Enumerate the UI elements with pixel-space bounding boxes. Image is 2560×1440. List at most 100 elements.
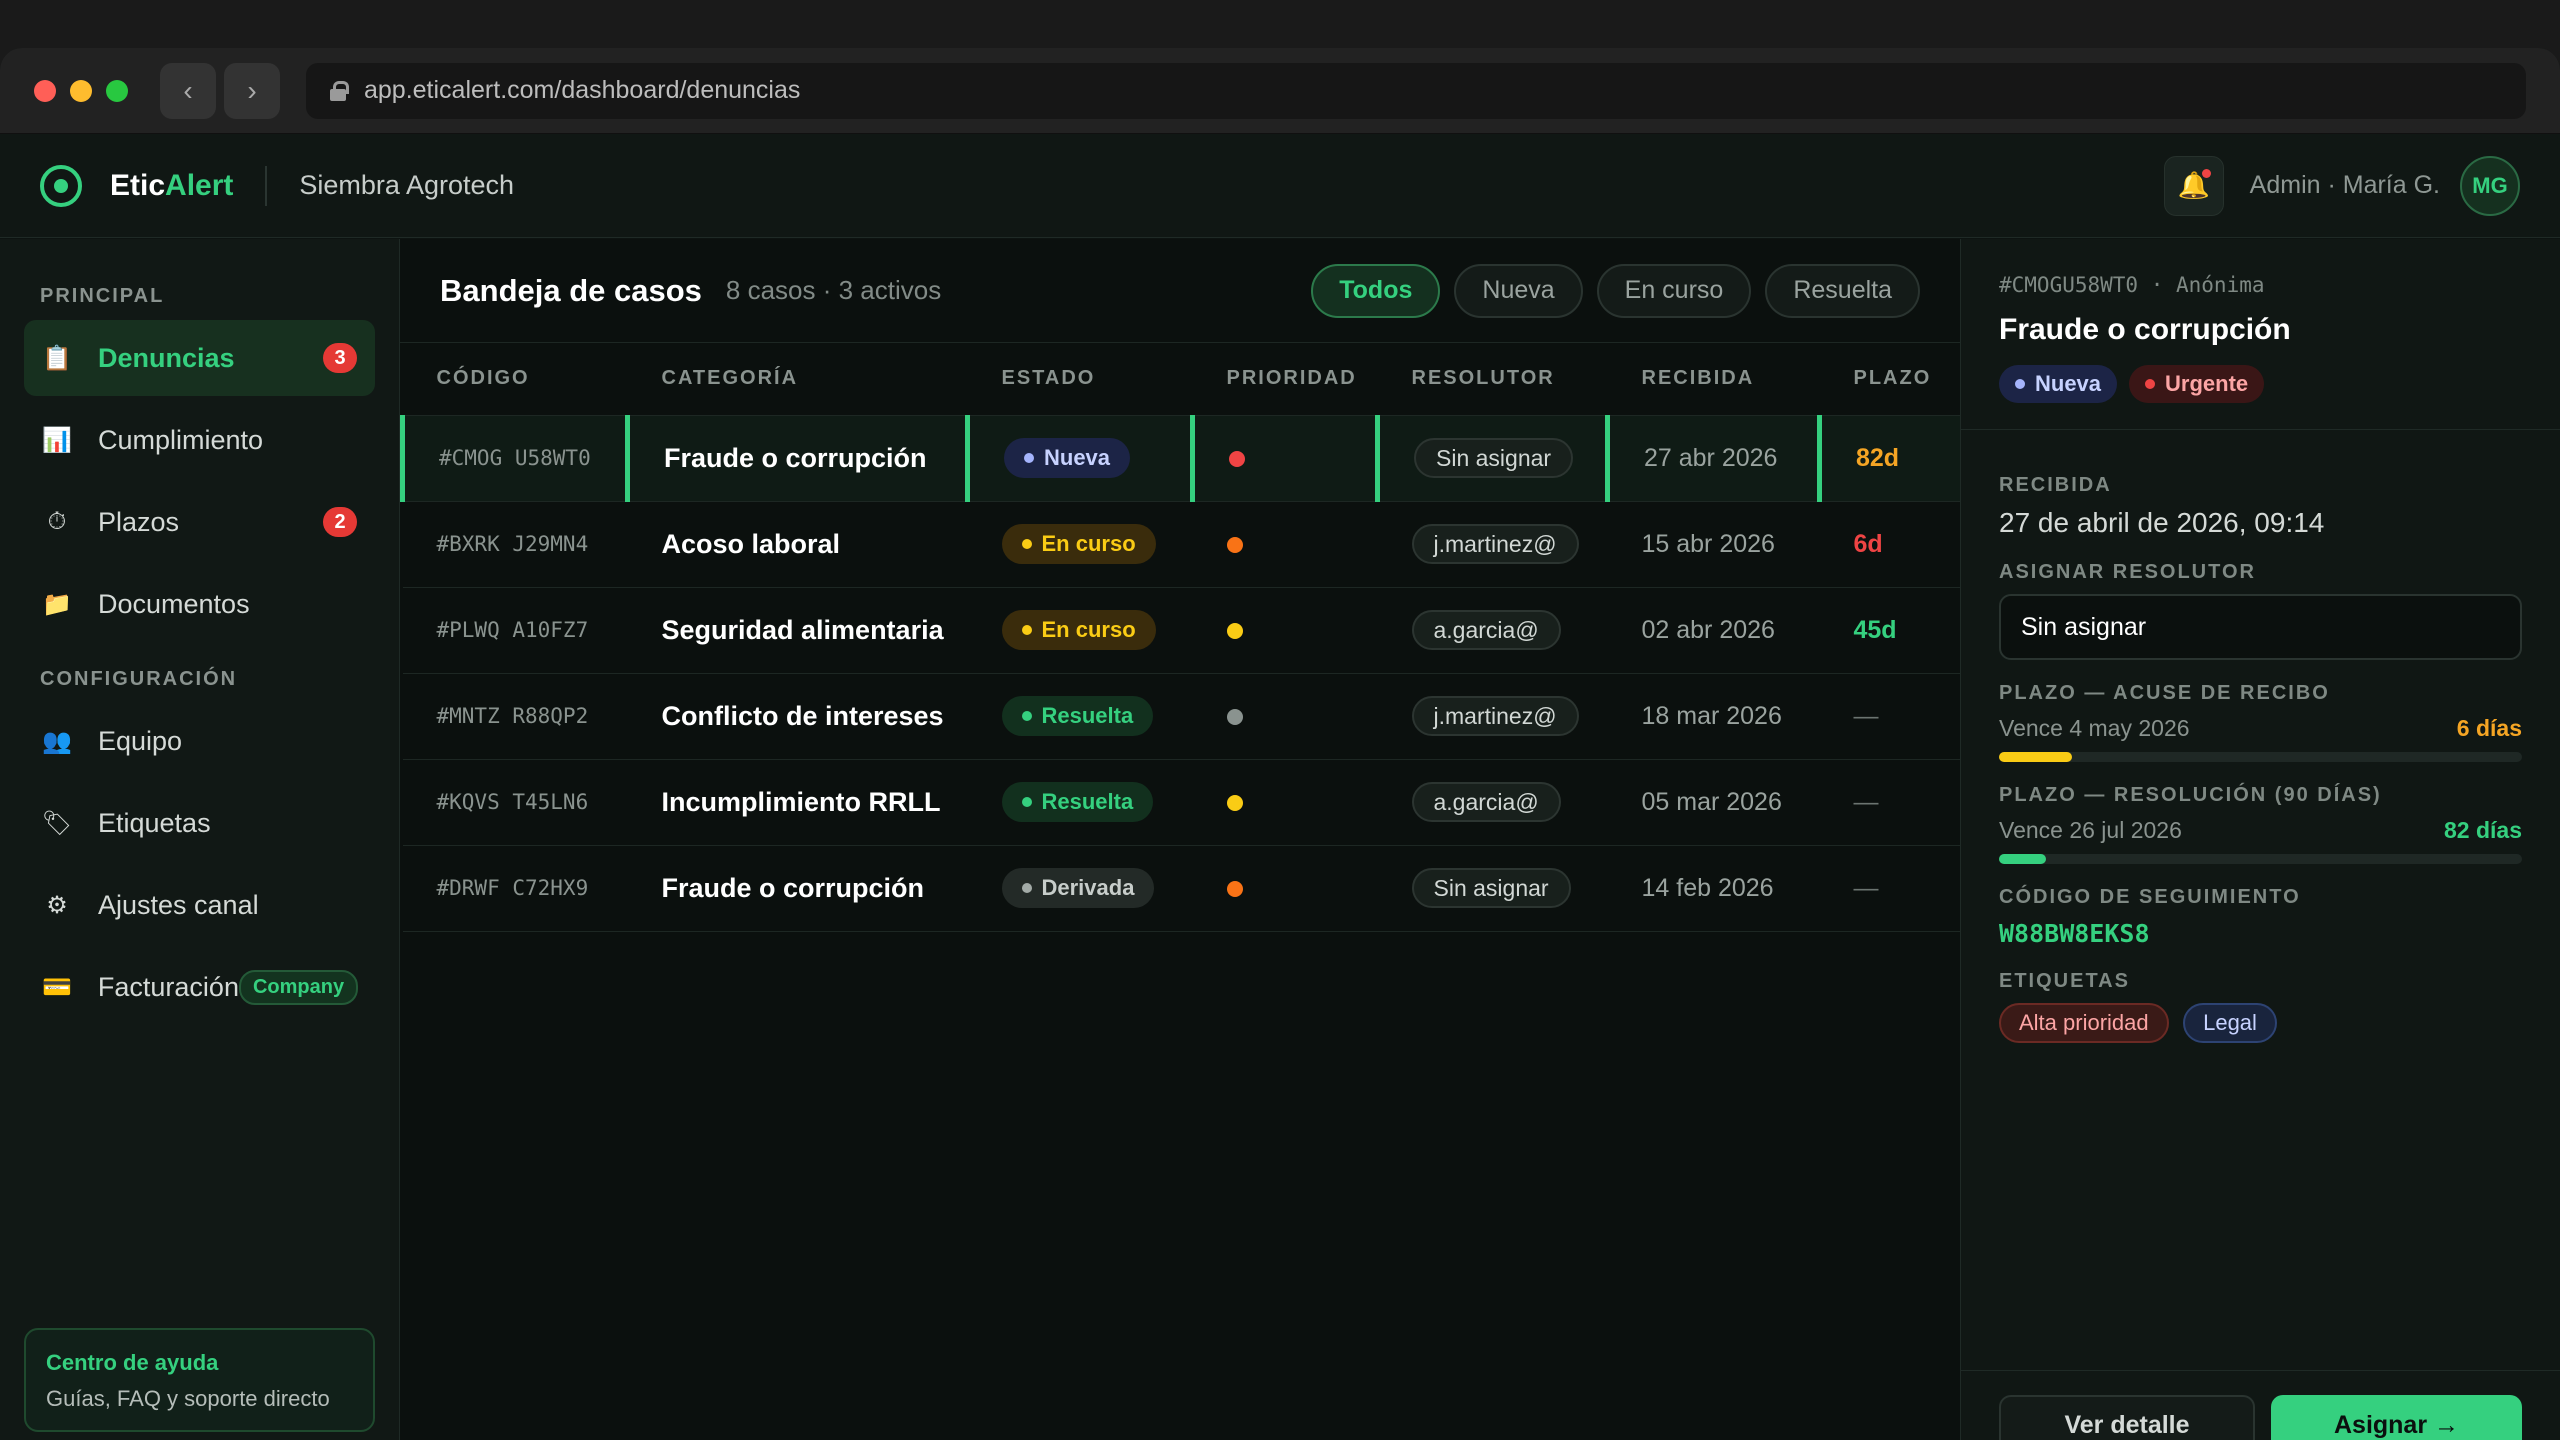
case-status: Nueva [965,415,1193,502]
status-dot-icon [1021,797,1032,807]
chart-icon: 📊 [42,426,72,454]
sidebar-item-etiquetas[interactable]: 🏷 Etiquetas [24,785,375,861]
case-category: Fraude o corrupción [627,845,968,932]
filter-todos[interactable]: Todos [1311,263,1441,318]
sidebar-item-ajustes[interactable]: ⚙ Ajustes canal [24,867,375,943]
table-row[interactable]: #MNTZ R88QP2 Conflicto de intereses Resu… [402,673,1963,760]
help-center-card[interactable]: Centro de ayuda Guías, FAQ y soporte dir… [24,1328,375,1432]
sidebar-item-facturacion[interactable]: 💳 Facturación Company [24,949,375,1025]
detail-title: Fraude o corrupción [1999,313,2291,346]
sidebar-item-label: Plazos [98,506,180,537]
priority-dot-icon [1226,708,1243,725]
browser-window: ‹ › app.eticalert.com/dashboard/denuncia… [0,48,2560,1440]
received-label: RECIBIDA [1999,474,2112,496]
back-button[interactable]: ‹ [160,62,216,119]
gear-icon: ⚙ [46,891,68,919]
priority-dot-icon [1226,794,1243,811]
help-subtitle: Guías, FAQ y soporte directo [46,1386,330,1411]
urgent-dot-icon [2145,379,2156,389]
app-header: EticAlert Siembra Agrotech 🔔 Admin · Mar… [0,134,2560,238]
close-window-button[interactable] [34,79,56,102]
sidebar-item-label: Cumplimiento [98,424,264,455]
brand-part-b: Alert [165,168,234,202]
col-recibida[interactable]: RECIBIDA [1607,343,1820,416]
resolver-pill: j.martinez@ [1411,696,1579,736]
detail-body: RECIBIDA 27 de abril de 2026, 09:14 ASIG… [1961,430,2560,1065]
col-plazo[interactable]: PLAZO [1819,343,1963,416]
case-date: 27 abr 2026 [1605,415,1820,502]
sidebar-item-equipo[interactable]: 👥 Equipo [24,703,375,779]
case-date: 02 abr 2026 [1607,587,1820,674]
detail-header: #CMOGU58WT0 · Anónima Fraude o corrupció… [1961,239,2560,430]
case-id: #CMOGU58WT0 · Anónima [1999,273,2265,297]
case-resolver: j.martinez@ [1377,501,1608,588]
case-code: #KQVS T45LN6 [402,759,628,846]
tag-alta-prioridad[interactable]: Alta prioridad [1999,1003,2169,1043]
tag-legal[interactable]: Legal [2183,1003,2277,1043]
ack-progress-fill [1999,752,2073,762]
view-detail-button[interactable]: Ver detalle [1999,1395,2255,1440]
filter-nueva[interactable]: Nueva [1454,263,1583,318]
status-badge: Resuelta [1001,782,1154,822]
header-divider [265,165,268,206]
minimize-window-button[interactable] [70,79,92,102]
notification-dot [2201,168,2211,178]
table-row[interactable]: #PLWQ A10FZ7 Seguridad alimentaria En cu… [402,587,1963,674]
case-status: En curso [967,587,1193,674]
brand-part-a: Etic [110,168,166,202]
status-label: Nueva [2035,371,2102,396]
sidebar-item-documentos[interactable]: 📁 Documentos [24,566,375,642]
sidebar-item-label: Ajustes canal [98,889,259,920]
col-codigo[interactable]: CÓDIGO [402,343,628,416]
ack-deadline-row: Vence 4 may 2026 6 días [1999,715,2522,742]
case-code: #BXRK J29MN4 [402,501,628,588]
status-badge: Nueva [1999,365,2118,403]
section-configuracion: CONFIGURACIÓN [40,668,238,690]
case-deadline: — [1819,673,1963,760]
assign-button[interactable]: Asignar → [2271,1395,2522,1440]
case-priority [1192,845,1378,932]
case-priority [1192,587,1378,674]
sidebar-item-cumplimiento[interactable]: 📊 Cumplimiento [24,402,375,478]
maximize-window-button[interactable] [106,79,128,102]
resolution-deadline-row: Vence 26 jul 2026 82 días [1999,817,2522,844]
case-category: Conflicto de intereses [627,673,968,760]
case-deadline: — [1819,845,1963,932]
status-dot-icon [1021,539,1032,549]
count-badge: 2 [323,507,357,537]
resolver-pill: a.garcia@ [1411,782,1561,822]
col-estado[interactable]: ESTADO [967,343,1193,416]
status-badge: Resuelta [1001,696,1154,736]
case-code: #PLWQ A10FZ7 [402,587,628,674]
case-inbox: Bandeja de casos 8 casos · 3 activos Tod… [400,239,1963,1440]
table-row[interactable]: #KQVS T45LN6 Incumplimiento RRLL Resuelt… [402,759,1963,846]
section-principal: PRINCIPAL [40,285,165,307]
case-date: 14 feb 2026 [1607,845,1820,932]
sidebar: PRINCIPAL 📋 Denuncias 3 📊 Cumplimiento ⏱… [0,239,400,1440]
brand-name[interactable]: EticAlert [110,169,233,203]
table-row[interactable]: #BXRK J29MN4 Acoso laboral En curso j.ma… [402,501,1963,588]
case-resolver: Sin asignar [1377,845,1608,932]
sidebar-item-label: Equipo [98,725,183,756]
case-priority [1190,415,1378,502]
filter-en-curso[interactable]: En curso [1596,263,1752,318]
col-resolutor[interactable]: RESOLUTOR [1377,343,1608,416]
table-row[interactable]: #CMOG U58WT0 Fraude o corrupción Nueva S… [400,415,1963,502]
avatar[interactable]: MG [2460,155,2520,216]
sidebar-item-label: Etiquetas [98,807,211,838]
case-category: Acoso laboral [627,501,968,588]
address-bar[interactable]: app.eticalert.com/dashboard/denuncias [306,62,2526,119]
col-prioridad[interactable]: PRIORIDAD [1192,343,1378,416]
filter-resuelta[interactable]: Resuelta [1765,263,1920,318]
sidebar-item-denuncias[interactable]: 📋 Denuncias 3 [24,320,375,396]
table-row[interactable]: #DRWF C72HX9 Fraude o corrupción Derivad… [402,845,1963,932]
notifications-button[interactable]: 🔔 [2163,155,2224,216]
case-category: Incumplimiento RRLL [627,759,968,846]
sidebar-item-label: Denuncias [98,342,235,373]
col-categoria[interactable]: CATEGORÍA [627,343,968,416]
priority-dot-icon [1226,622,1243,639]
forward-button[interactable]: › [224,62,280,119]
resolver-select[interactable]: Sin asignar [1999,594,2522,660]
team-icon: 👥 [42,727,72,755]
sidebar-item-plazos[interactable]: ⏱ Plazos 2 [24,484,375,560]
